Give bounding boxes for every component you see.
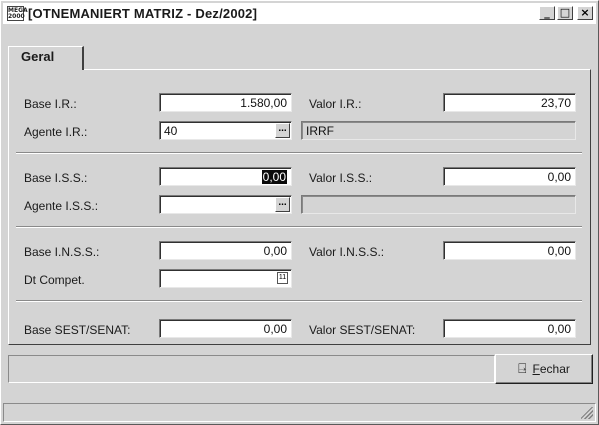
valor-inss-field[interactable]: 0,00: [443, 241, 576, 260]
base-sest-label: Base SEST/SENAT:: [24, 323, 131, 337]
valor-ir-field[interactable]: 23,70: [443, 93, 576, 112]
base-iss-label: Base I.S.S.:: [24, 171, 88, 185]
separator: [16, 300, 582, 302]
fechar-label: Fechar: [532, 362, 570, 376]
agente-ir-label: Agente I.R.:: [24, 125, 88, 139]
agente-iss-label: Agente I.S.S.:: [24, 199, 99, 213]
main-window: MEGA 2000 [OTNEMANIERT MATRIZ - Dez/2002…: [0, 0, 599, 425]
title-bar[interactable]: MEGA 2000 [OTNEMANIERT MATRIZ - Dez/2002…: [3, 3, 596, 24]
separator: [16, 226, 582, 228]
valor-sest-field[interactable]: 0,00: [443, 319, 576, 338]
base-inss-label: Base I.N.S.S.:: [24, 245, 100, 259]
base-iss-selected-value: 0,00: [261, 170, 287, 184]
resize-grip-icon[interactable]: [581, 407, 593, 419]
agente-ir-lookup-button[interactable]: ...: [275, 123, 290, 138]
fechar-button[interactable]: ⍈ Fechar: [495, 354, 593, 384]
agente-iss-field[interactable]: ...: [159, 195, 292, 214]
agente-ir-field[interactable]: 40 ...: [159, 121, 292, 140]
agente-iss-lookup-button[interactable]: ...: [275, 197, 290, 212]
base-ir-field[interactable]: 1.580,00: [159, 93, 292, 112]
agente-ir-description: IRRF: [301, 121, 576, 140]
message-area: [8, 355, 495, 383]
close-button[interactable]: ×: [577, 6, 593, 20]
base-inss-field[interactable]: 0,00: [159, 241, 292, 260]
base-iss-field[interactable]: 0,00: [159, 167, 292, 186]
base-ir-label: Base I.R.:: [24, 97, 77, 111]
valor-inss-label: Valor I.N.S.S.:: [309, 245, 385, 259]
valor-iss-label: Valor I.S.S.:: [309, 171, 373, 185]
separator: [16, 152, 582, 154]
valor-sest-label: Valor SEST/SENAT:: [309, 323, 416, 337]
dt-compet-label: Dt Compet.: [24, 273, 85, 287]
agente-ir-value: 40: [164, 124, 178, 138]
status-bar: [3, 403, 596, 422]
minimize-button[interactable]: _: [539, 6, 555, 20]
valor-iss-field[interactable]: 0,00: [443, 167, 576, 186]
tab-geral[interactable]: Geral: [8, 46, 84, 70]
maximize-button[interactable]: □: [557, 6, 573, 20]
exit-door-icon: ⍈: [518, 361, 527, 377]
calendar-icon[interactable]: 11: [277, 272, 288, 284]
window-controls: _ □ ×: [539, 6, 593, 20]
app-icon-text-bottom: 2000: [8, 13, 25, 20]
valor-ir-label: Valor I.R.:: [309, 97, 362, 111]
app-icon: MEGA 2000: [7, 6, 28, 21]
window-title: [OTNEMANIERT MATRIZ - Dez/2002]: [28, 6, 258, 21]
dt-compet-field[interactable]: 11: [159, 269, 292, 288]
agente-iss-description: [301, 195, 576, 214]
base-sest-field[interactable]: 0,00: [159, 319, 292, 338]
